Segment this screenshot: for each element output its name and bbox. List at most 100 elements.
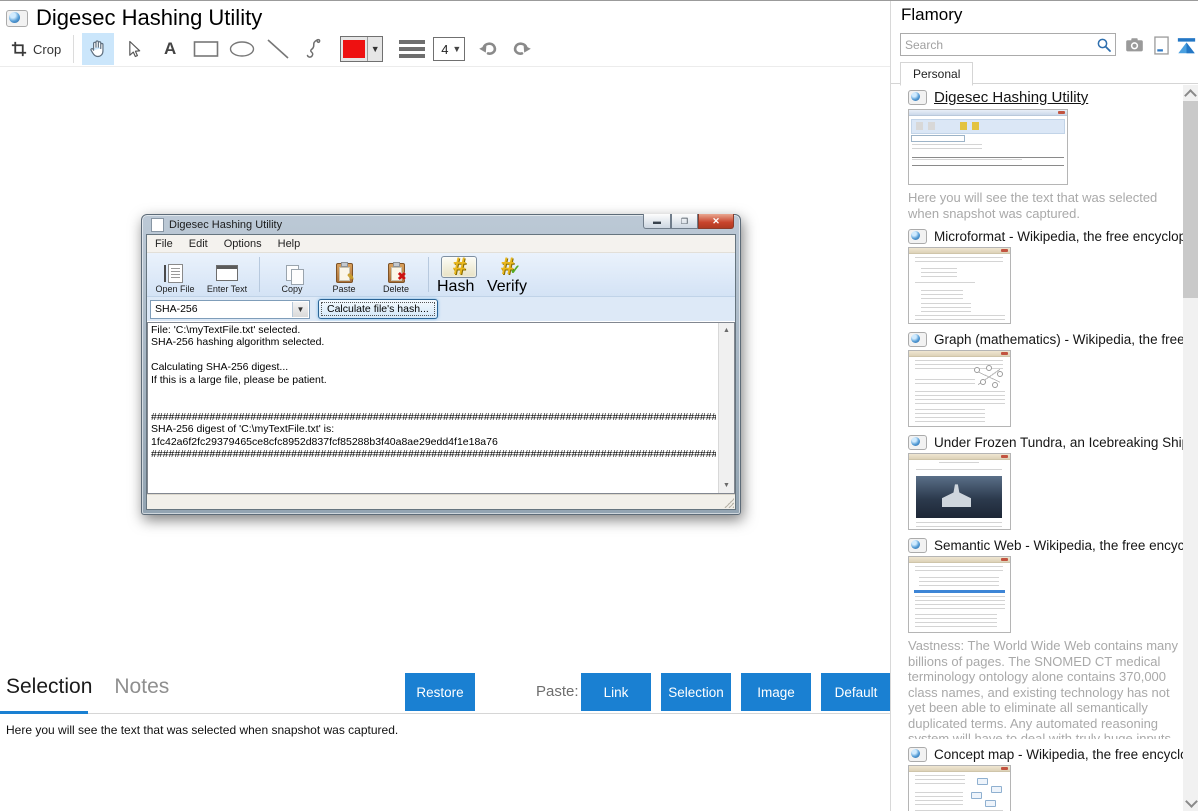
scrollbar-thumb[interactable] bbox=[1183, 101, 1198, 298]
paste-icon: ✎ bbox=[335, 262, 355, 283]
list-item-title[interactable]: Semantic Web - Wikipedia, the free encyc… bbox=[934, 538, 1184, 553]
maximize-button: ❐ bbox=[671, 214, 698, 229]
snapshot-icon bbox=[908, 332, 927, 347]
toolbar-separator bbox=[428, 257, 429, 292]
crop-button[interactable]: Crop bbox=[4, 36, 67, 62]
scroll-down-arrow[interactable] bbox=[1185, 795, 1198, 808]
copy-icon bbox=[285, 265, 304, 285]
redo-icon bbox=[514, 42, 532, 55]
calculate-hash-button: Calculate file's hash... bbox=[318, 299, 438, 319]
crop-icon bbox=[11, 41, 27, 57]
pointer-icon bbox=[129, 40, 141, 58]
snapshot-icon bbox=[908, 229, 927, 244]
menu-help: Help bbox=[277, 237, 301, 250]
list-item-title[interactable]: Digesec Hashing Utility bbox=[934, 89, 1088, 106]
thumbnail-icebreaker[interactable] bbox=[908, 453, 1011, 530]
search-input[interactable] bbox=[901, 37, 1095, 52]
ship-photo bbox=[916, 476, 1002, 518]
page-title: Digesec Hashing Utility bbox=[36, 5, 263, 30]
camera-button[interactable] bbox=[1123, 34, 1145, 56]
list-item-title[interactable]: Microformat - Wikipedia, the free encycl… bbox=[934, 229, 1184, 244]
notes-page-button[interactable] bbox=[1150, 34, 1172, 56]
line-tool[interactable] bbox=[262, 33, 294, 65]
thumbnail-graph[interactable] bbox=[908, 350, 1011, 427]
search-icon[interactable] bbox=[1095, 36, 1113, 54]
snapshot-icon bbox=[908, 747, 927, 762]
screenshot-toolbar: Open File Enter Text Copy ✎ Paste ✖ Dele… bbox=[147, 253, 735, 313]
paste-button: ✎ Paste bbox=[318, 253, 370, 296]
screenshot-window-title: Digesec Hashing Utility bbox=[169, 218, 283, 231]
color-dropdown-arrow[interactable]: ▼ bbox=[367, 37, 382, 61]
captured-screenshot[interactable]: Digesec Hashing Utility ▬ ❐ ✕ File Edit … bbox=[141, 214, 741, 515]
undo-button[interactable] bbox=[477, 38, 501, 60]
list-item-title[interactable]: Graph (mathematics) - Wikipedia, the fre… bbox=[934, 332, 1184, 347]
scroll-up-arrow: ▲ bbox=[723, 327, 730, 334]
hand-tool[interactable] bbox=[82, 33, 115, 65]
list-item-caption: Vastness: The World Wide Web contains ma… bbox=[908, 638, 1178, 739]
snapshot-icon bbox=[908, 538, 927, 553]
size-dropdown[interactable]: 4 ▼ bbox=[433, 37, 466, 61]
restore-button[interactable]: Restore bbox=[405, 673, 475, 711]
thumbnail-digesec[interactable] bbox=[908, 109, 1068, 185]
redo-button[interactable] bbox=[509, 38, 533, 60]
scroll-up-arrow[interactable] bbox=[1184, 89, 1197, 102]
pointer-tool[interactable] bbox=[118, 33, 150, 65]
hash-output-area: File: 'C:\myTextFile.txt' selected. SHA-… bbox=[147, 322, 735, 494]
selection-text: Here you will see the text that was sele… bbox=[6, 723, 399, 737]
ellipse-icon bbox=[229, 41, 255, 57]
screenshot-statusbar bbox=[147, 494, 735, 509]
ellipse-tool[interactable] bbox=[226, 33, 258, 65]
enter-text-button: Enter Text bbox=[201, 253, 253, 296]
highlighted-line bbox=[914, 590, 1005, 593]
hash-only-button: # Hash Only bbox=[437, 253, 481, 313]
tab-notes[interactable]: Notes bbox=[114, 675, 169, 699]
thumbnail-semantic-web[interactable] bbox=[908, 556, 1011, 633]
text-tool-icon: A bbox=[164, 39, 177, 58]
list-item[interactable]: Semantic Web - Wikipedia, the free encyc… bbox=[908, 538, 1184, 739]
paste-link-button[interactable]: Link bbox=[581, 673, 651, 711]
list-item-title[interactable]: Concept map - Wikipedia, the free encycl… bbox=[934, 747, 1184, 762]
thumbnail-concept-map[interactable] bbox=[908, 765, 1011, 811]
text-tool[interactable]: A bbox=[154, 33, 186, 65]
list-item[interactable]: Microformat - Wikipedia, the free encycl… bbox=[908, 229, 1184, 324]
tab-personal[interactable]: Personal bbox=[900, 62, 974, 86]
menu-options: Options bbox=[223, 237, 262, 250]
list-item[interactable]: Graph (mathematics) - Wikipedia, the fre… bbox=[908, 332, 1184, 427]
list-item-title[interactable]: Under Frozen Tundra, an Icebreaking Ship… bbox=[934, 435, 1184, 450]
screenshot-window-titlebar: Digesec Hashing Utility ▬ ❐ ✕ bbox=[146, 214, 736, 234]
screenshot-menubar: File Edit Options Help bbox=[147, 235, 735, 253]
size-value: 4 bbox=[441, 41, 449, 57]
digest-value: 1fc42a6f2fc29379465ce8cfc8952d837fcf8528… bbox=[151, 435, 498, 448]
flamory-logo-button[interactable] bbox=[1175, 34, 1197, 56]
sidebar-scrollbar[interactable] bbox=[1183, 85, 1198, 811]
list-item[interactable]: Concept map - Wikipedia, the free encycl… bbox=[908, 747, 1184, 811]
bottom-panel: Selection Notes Restore Paste: Link Sele… bbox=[0, 671, 891, 811]
color-picker[interactable]: ▼ bbox=[340, 36, 384, 62]
paste-default-button[interactable]: Default bbox=[821, 673, 891, 711]
paste-selection-button[interactable]: Selection bbox=[661, 673, 731, 711]
open-file-icon bbox=[163, 264, 183, 283]
copy-button: Copy bbox=[266, 253, 318, 296]
screenshot-options-row: SHA-256 ▼ Calculate file's hash... bbox=[147, 297, 735, 321]
thumbnail-microformat[interactable] bbox=[908, 247, 1011, 324]
menu-file: File bbox=[155, 237, 173, 250]
paste-image-button[interactable]: Image bbox=[741, 673, 811, 711]
color-swatch bbox=[343, 40, 366, 58]
hand-icon bbox=[90, 40, 104, 58]
output-scrollbar: ▲ ▼ bbox=[718, 323, 734, 493]
hash-only-icon: # bbox=[452, 253, 466, 280]
freehand-tool[interactable] bbox=[298, 33, 330, 65]
list-item[interactable]: Under Frozen Tundra, an Icebreaking Ship… bbox=[908, 435, 1184, 530]
freehand-icon bbox=[306, 38, 321, 58]
sidebar-title: Flamory bbox=[901, 5, 963, 24]
rectangle-tool[interactable] bbox=[190, 33, 222, 65]
active-tab-underline bbox=[0, 711, 88, 714]
line-width-icon[interactable] bbox=[399, 40, 426, 58]
tabs-divider bbox=[0, 713, 890, 714]
graph-doodle bbox=[974, 365, 1004, 389]
tab-selection[interactable]: Selection bbox=[6, 675, 92, 699]
list-item[interactable]: Digesec Hashing Utility Here you will se… bbox=[908, 89, 1184, 221]
search-box[interactable] bbox=[900, 33, 1116, 56]
editor-toolbar: Crop A ▼ 4 ▼ bbox=[0, 32, 890, 67]
undo-icon bbox=[479, 42, 497, 55]
